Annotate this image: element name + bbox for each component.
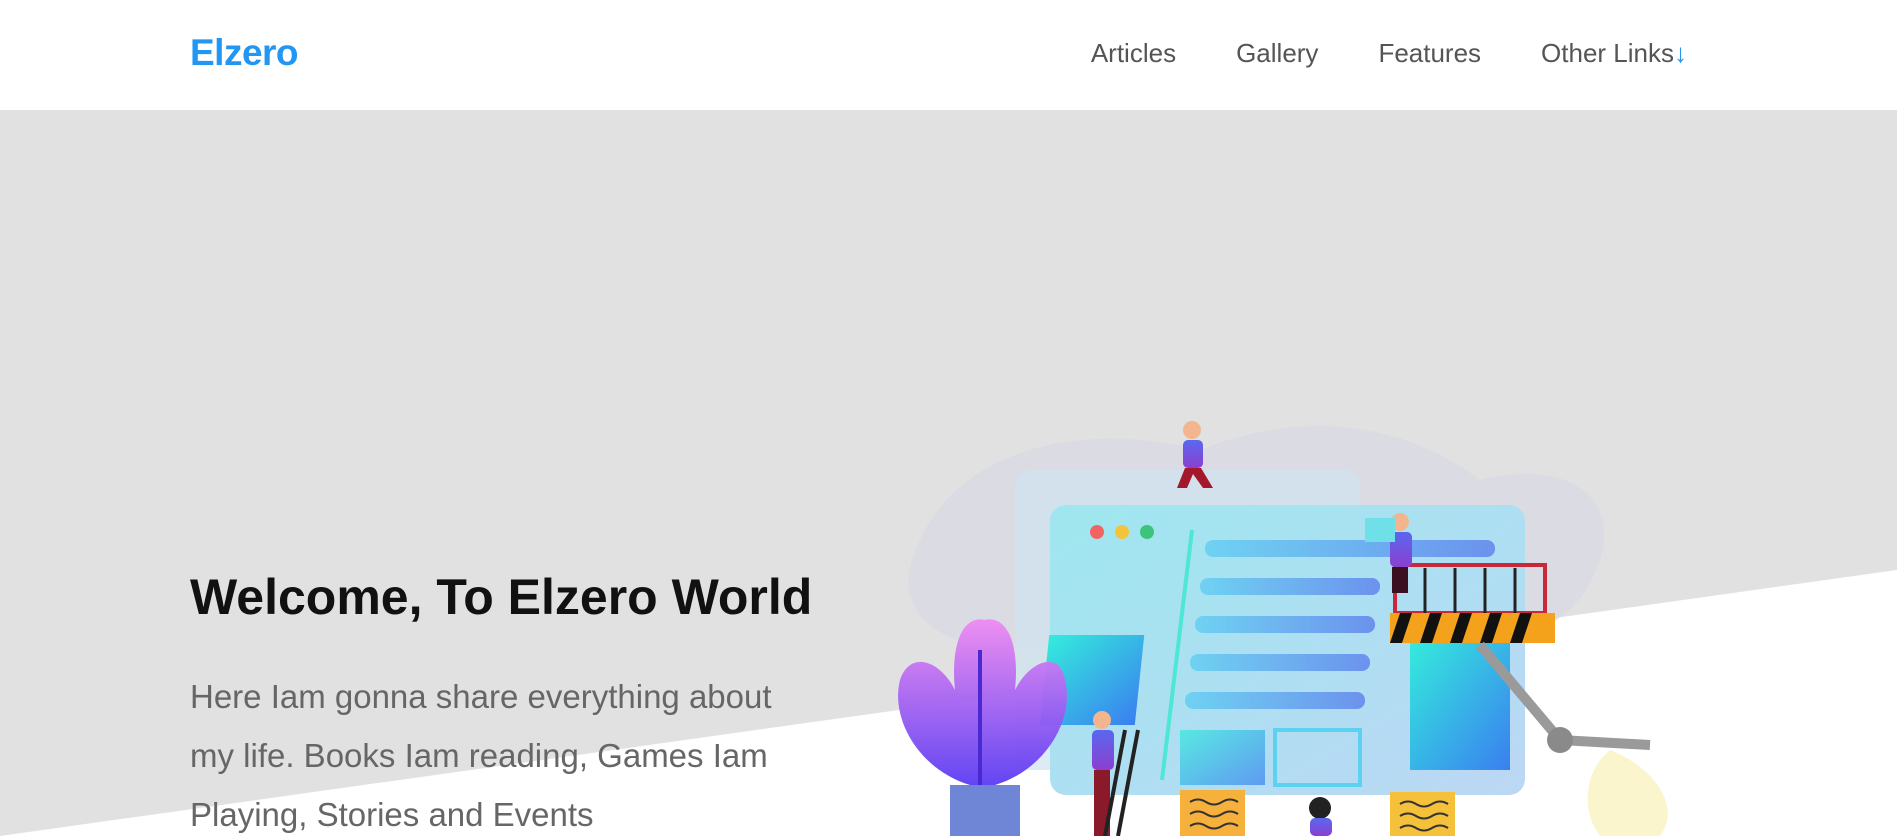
site-header: Elzero Articles Gallery Features Other L… xyxy=(0,0,1897,110)
window-dot-yellow xyxy=(1115,525,1129,539)
nav-link-gallery[interactable]: Gallery xyxy=(1236,38,1318,69)
content-line xyxy=(1205,540,1495,557)
content-line xyxy=(1195,616,1375,633)
hero-illustration xyxy=(898,421,1668,836)
arrow-down-icon: ↓ xyxy=(1674,38,1687,68)
nav-link-other-links-label: Other Links xyxy=(1541,38,1674,68)
worker-figure-bottom xyxy=(1309,797,1332,836)
hero-title: Welcome, To Elzero World xyxy=(190,569,813,625)
content-line xyxy=(1190,654,1370,671)
content-line xyxy=(1185,692,1365,709)
hero-description: Here Iam gonna share everything about my… xyxy=(190,678,772,833)
nav-link-other-links[interactable]: Other Links↓ xyxy=(1541,38,1687,69)
window-dot-green xyxy=(1140,525,1154,539)
nav-link-features[interactable]: Features xyxy=(1378,38,1481,69)
window-dot-red xyxy=(1090,525,1104,539)
logo[interactable]: Elzero xyxy=(190,32,299,74)
hero-section: Welcome, To Elzero World Here Iam gonna … xyxy=(0,110,1897,836)
main-nav: Articles Gallery Features Other Links↓ xyxy=(1091,38,1687,69)
content-line xyxy=(1200,578,1380,595)
image-tile xyxy=(1180,730,1265,785)
nav-link-articles[interactable]: Articles xyxy=(1091,38,1176,69)
